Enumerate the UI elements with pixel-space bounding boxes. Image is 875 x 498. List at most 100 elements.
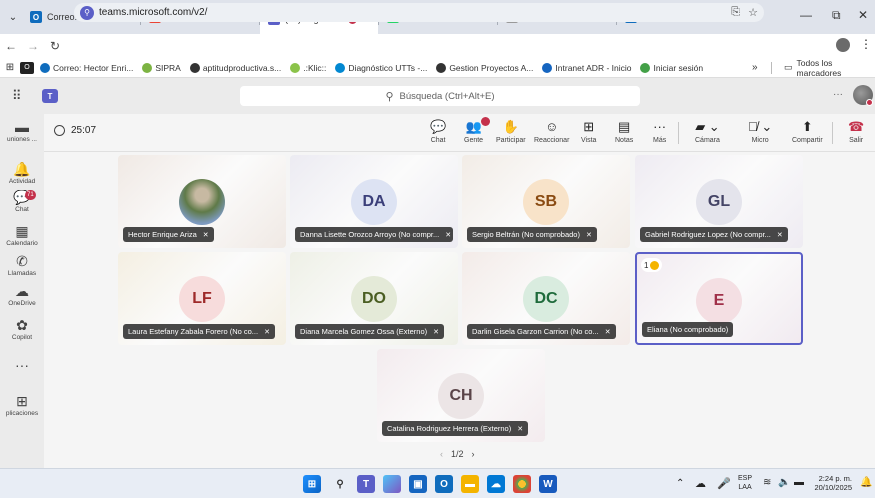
participant-tile[interactable]: CH Catalina Rodriguez Herrera (Externo) ✕ <box>377 349 545 442</box>
browser-menu-icon[interactable]: ⋮ <box>860 37 872 51</box>
share-icon: ⬆ <box>801 119 813 134</box>
participant-tile[interactable]: SB Sergio Beltrán (No comprobado) ✕ <box>462 155 630 248</box>
calendar-icon: ▬ <box>15 120 29 135</box>
search-placeholder: Búsqueda (Ctrl+Alt+E) <box>399 90 495 102</box>
input-language[interactable]: ESP LAA <box>738 474 752 492</box>
rail-item[interactable]: 💬 Chat 71 <box>0 190 44 213</box>
settings-more-button[interactable]: ··· <box>833 89 843 100</box>
rail-item[interactable]: ✿ Copilot <box>0 318 44 341</box>
bookmark-item[interactable]: Intranet ADR - Inicio <box>542 62 631 73</box>
chrome-taskbar-icon[interactable] <box>513 475 531 493</box>
raised-hand-order: 1 <box>644 260 649 270</box>
url-bar[interactable]: ⚲ teams.microsoft.com/v2/ ⎘ ☆ <box>74 3 764 22</box>
grid-view-icon: ⊞ <box>583 119 595 134</box>
share-button[interactable]: ⬆ Compartir <box>792 119 823 144</box>
camera-button[interactable]: ▰ ⌄ Cámara <box>695 119 720 144</box>
view-button[interactable]: ⊞ Vista <box>581 119 596 144</box>
wifi-icon[interactable]: ≋ <box>763 477 771 488</box>
participant-name-label: Diana Marcela Gomez Ossa (Externo) ✕ <box>295 324 445 339</box>
bookmark-label: SIPRA <box>155 62 181 73</box>
participant-tile[interactable]: LF Laura Estefany Zabala Forero (No co...… <box>118 252 286 345</box>
onedrive-taskbar-icon[interactable]: ☁ <box>487 475 505 493</box>
notes-button[interactable]: ▤ Notas <box>615 119 633 144</box>
rail-item-label: Llamadas <box>7 270 37 277</box>
mic-muted-icon: ✕ <box>445 232 452 239</box>
rail-item-label: Actividad <box>8 178 36 185</box>
participant-initials: GL <box>707 193 731 210</box>
search-icon: ⚲ <box>385 90 394 103</box>
search-input[interactable]: ⚲ Búsqueda (Ctrl+Alt+E) <box>240 86 640 106</box>
outlook-icon: O <box>30 11 42 23</box>
bookmark-item[interactable]: .:Klic:: <box>290 62 326 73</box>
bookmark-item[interactable]: SIPRA <box>142 62 181 73</box>
participant-avatar: SB <box>523 179 569 225</box>
rail-item[interactable]: ☁ OneDrive <box>0 284 44 307</box>
mic-button[interactable]: 🎙̸ ⌄ Micro <box>748 119 772 144</box>
raise-hand-button[interactable]: ✋ Participar <box>496 119 526 144</box>
minimize-window-button[interactable]: — <box>800 8 812 22</box>
participant-name-label: Gabriel Rodriguez Lopez (No compr... ✕ <box>640 227 788 242</box>
back-button[interactable]: ← <box>0 39 22 53</box>
participant-tile[interactable]: GL Gabriel Rodriguez Lopez (No compr... ✕ <box>635 155 803 248</box>
volume-icon[interactable]: 🔈 <box>778 477 790 488</box>
rail-item[interactable]: 🔔 Actividad <box>0 162 44 185</box>
close-window-button[interactable]: ✕ <box>858 8 868 22</box>
store-taskbar-icon[interactable]: ▣ <box>409 475 427 493</box>
bookmark-item[interactable]: Correo: Hector Enri... <box>40 62 133 73</box>
participant-tile[interactable]: DO Diana Marcela Gomez Ossa (Externo) ✕ <box>290 252 458 345</box>
forward-button[interactable]: → <box>22 39 44 53</box>
site-info-icon[interactable]: ⚲ <box>80 5 94 20</box>
page-indicator: 1/2 <box>451 449 464 459</box>
bookmark-star-icon[interactable]: ☆ <box>748 6 758 19</box>
participant-name-label: Darlin Gisela Garzon Carrion (No co... ✕ <box>467 324 616 339</box>
start-button[interactable]: ⊞ <box>303 475 321 493</box>
install-app-icon[interactable]: ⎘ <box>731 6 740 19</box>
chat-button[interactable]: 💬 Chat <box>430 119 446 144</box>
bookmark-item[interactable]: Diagnóstico UTTs -... <box>335 62 427 73</box>
bookmark-item[interactable]: Gestion Proyectos A... <box>436 62 533 73</box>
more-bookmarks-button[interactable]: » <box>752 62 758 73</box>
next-page-icon[interactable]: › <box>472 449 475 459</box>
previous-page-icon[interactable]: ‹ <box>440 449 443 459</box>
rail-item[interactable]: ▬ uniones ... <box>0 120 44 143</box>
all-bookmarks-button[interactable]: ▭ Todos los marcadores <box>784 58 875 78</box>
app-launcher-icon[interactable]: ⠿ <box>12 88 22 104</box>
rail-item[interactable]: ✆ Llamadas <box>0 254 44 277</box>
battery-icon[interactable]: ▬ <box>794 477 804 488</box>
apps-grid-icon[interactable]: ⊞ <box>0 62 20 73</box>
rail-item-label: plicaciones <box>5 410 39 417</box>
bookmark-item[interactable]: aptitudproductiva.s... <box>189 62 281 73</box>
reload-button[interactable]: ↻ <box>44 39 66 53</box>
tray-mic-icon[interactable]: 🎤 <box>717 477 731 490</box>
bookmark-favicon-icon <box>290 62 301 73</box>
leave-button[interactable]: ☎ Salir <box>848 119 864 144</box>
search-taskbar-icon[interactable]: ⚲ <box>331 475 349 493</box>
rail-item[interactable]: ··· <box>0 358 44 374</box>
participant-tile[interactable]: DC Darlin Gisela Garzon Carrion (No co...… <box>462 252 630 345</box>
profile-avatar[interactable] <box>836 38 850 52</box>
raise-hand-icon: ✋ <box>502 119 519 134</box>
word-taskbar-icon[interactable]: W <box>539 475 557 493</box>
bookmark-item[interactable]: Iniciar sesión <box>640 62 704 73</box>
bookmark-icon[interactable]: O <box>20 61 34 74</box>
bookmark-label: Iniciar sesión <box>653 62 704 73</box>
bookmark-favicon-icon <box>189 62 200 73</box>
outlook-taskbar-icon[interactable]: O <box>435 475 453 493</box>
participant-tile[interactable]: E Eliana (No comprobado) 1 <box>635 252 803 345</box>
restore-window-button[interactable]: ⧉ <box>832 8 841 23</box>
tray-chevron-icon[interactable]: ⌃ <box>676 478 684 489</box>
tray-app-icon[interactable]: ☁ <box>695 477 706 490</box>
clock[interactable]: 2:24 p. m. 20/10/2025 <box>812 474 852 492</box>
teams-taskbar-icon[interactable]: T <box>357 475 375 493</box>
participant-tile[interactable]: DA Danna Lisette Orozco Arroyo (No compr.… <box>290 155 458 248</box>
more-icon: ··· <box>15 358 29 373</box>
rail-item[interactable]: ▦ Calendario <box>0 224 44 247</box>
rail-item[interactable]: ⊞ plicaciones <box>0 394 44 417</box>
participant-tile[interactable]: Hector Enrique Ariza ✕ <box>118 155 286 248</box>
copilot-taskbar-icon[interactable] <box>383 475 401 493</box>
more-actions-button[interactable]: ··· Más <box>653 119 666 144</box>
tab-search-chevron-icon[interactable]: ⌄ <box>4 12 22 23</box>
file-explorer-taskbar-icon[interactable]: ▬ <box>461 475 479 493</box>
react-button[interactable]: ☺ Reaccionar <box>534 119 569 144</box>
notifications-icon[interactable]: 🔔 <box>860 477 872 488</box>
